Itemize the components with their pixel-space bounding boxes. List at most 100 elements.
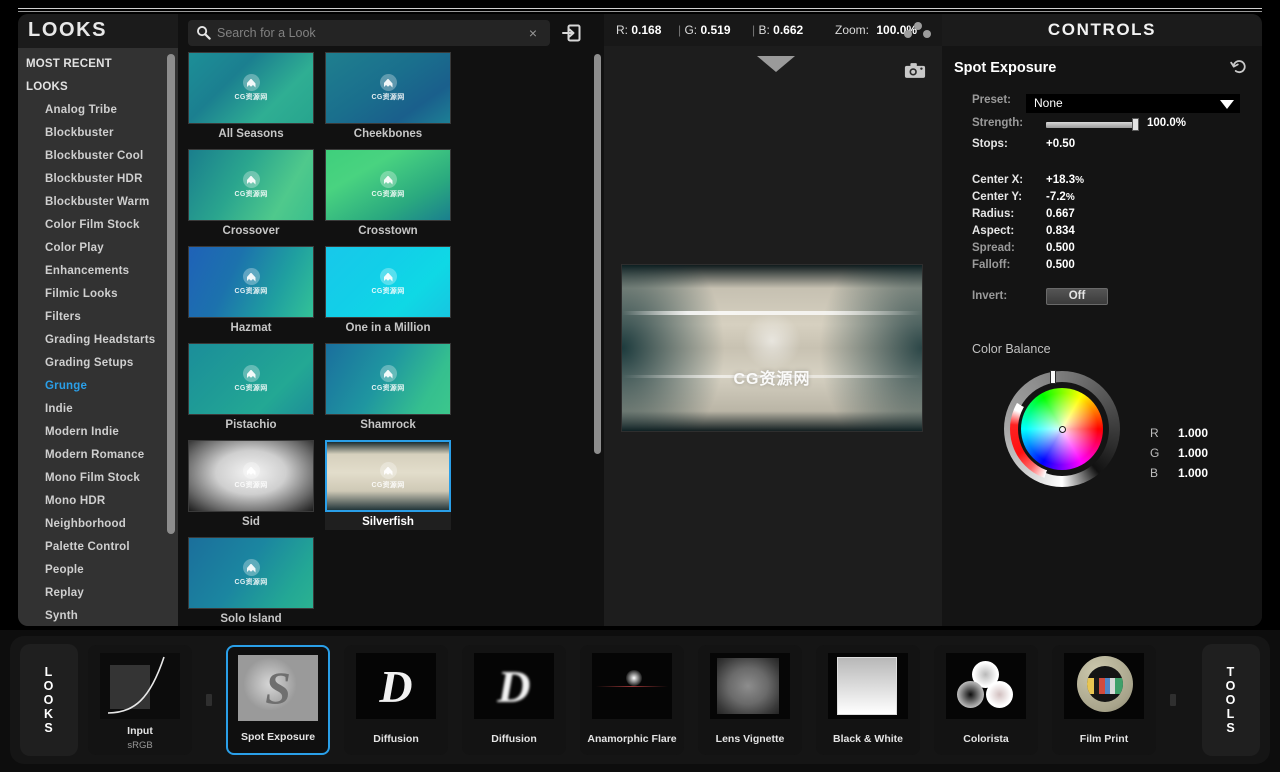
look-thumbnail[interactable]: CG资源网	[188, 246, 314, 318]
look-card[interactable]: CG资源网 All Seasons	[188, 52, 325, 142]
sidebar-item-neighborhood[interactable]: Neighborhood	[18, 513, 178, 536]
strength-slider[interactable]	[1046, 122, 1138, 128]
sidebar-item-most-recent[interactable]: MOST RECENT	[18, 53, 178, 76]
sidebar-item-modern-indie[interactable]: Modern Indie	[18, 421, 178, 444]
look-card[interactable]: CG资源网 Sid	[188, 440, 325, 530]
look-thumbnail[interactable]: CG资源网	[325, 52, 451, 124]
sidebar-item-filters[interactable]: Filters	[18, 306, 178, 329]
invert-toggle[interactable]: Off	[1046, 288, 1108, 305]
sidebar-item-enhancements[interactable]: Enhancements	[18, 260, 178, 283]
effect-tile-colorista[interactable]: Colorista	[934, 645, 1038, 755]
param-row-radius[interactable]: Radius: 0.667	[942, 208, 1262, 226]
param-value[interactable]: +18.3%	[1046, 174, 1084, 186]
param-value[interactable]: 0.500	[1046, 242, 1075, 254]
sidebar-item-looks[interactable]: LOOKS	[18, 76, 178, 99]
wheel-position-dot[interactable]	[1058, 425, 1066, 433]
effect-tile-film-print[interactable]: Film Print	[1052, 645, 1156, 755]
effect-tile-black-white[interactable]: Black & White	[816, 645, 920, 755]
param-value[interactable]: 0.667	[1046, 208, 1075, 220]
look-card[interactable]: CG资源网 Solo Island	[188, 537, 325, 627]
look-watermark: CG资源网	[189, 462, 313, 490]
sidebar-item-replay[interactable]: Replay	[18, 582, 178, 605]
look-card[interactable]: CG资源网 Hazmat	[188, 246, 325, 336]
sidebar-item-grunge[interactable]: Grunge	[18, 375, 178, 398]
param-value[interactable]: -7.2%	[1046, 191, 1075, 203]
viewer-canvas[interactable]: CG资源网	[604, 46, 942, 626]
browser-scrollbar[interactable]	[594, 54, 601, 620]
look-thumbnail[interactable]: CG资源网	[188, 52, 314, 124]
sidebar-item-mono-hdr[interactable]: Mono HDR	[18, 490, 178, 513]
sidebar-item-filmic-looks[interactable]: Filmic Looks	[18, 283, 178, 306]
color-balance-wheel[interactable]	[1004, 370, 1120, 487]
strength-slider-handle[interactable]	[1132, 118, 1139, 131]
look-thumbnail[interactable]: CG资源网	[188, 440, 314, 512]
look-thumbnail[interactable]: CG资源网	[325, 440, 451, 512]
tile-divider-grip[interactable]	[206, 694, 212, 706]
effect-tile-diffusion[interactable]: D Diffusion	[462, 645, 566, 755]
look-thumbnail[interactable]: CG资源网	[325, 149, 451, 221]
sidebar-item-palette-control[interactable]: Palette Control	[18, 536, 178, 559]
import-look-icon[interactable]	[560, 21, 584, 45]
sidebar-scrollbar[interactable]	[167, 54, 175, 620]
tab-tools[interactable]: TOOLS	[1202, 644, 1260, 756]
param-row-spread[interactable]: Spread: 0.500	[942, 242, 1262, 260]
preset-dropdown[interactable]: None	[1026, 94, 1240, 113]
look-thumbnail[interactable]: CG资源网	[188, 149, 314, 221]
sidebar-item-mono-film-stock[interactable]: Mono Film Stock	[18, 467, 178, 490]
param-row-falloff[interactable]: Falloff: 0.500	[942, 259, 1262, 277]
reset-icon[interactable]	[1230, 58, 1248, 76]
sidebar-scrollbar-thumb[interactable]	[167, 54, 175, 534]
param-value[interactable]: 0.500	[1046, 259, 1075, 271]
effect-tile-lens-vignette[interactable]: Lens Vignette	[698, 645, 802, 755]
sidebar-item-grading-setups[interactable]: Grading Setups	[18, 352, 178, 375]
tile-divider-grip[interactable]	[1170, 694, 1176, 706]
search-box[interactable]: ×	[188, 20, 550, 46]
camera-snapshot-icon[interactable]	[904, 62, 926, 79]
look-thumbnail[interactable]: CG资源网	[188, 343, 314, 415]
search-input[interactable]	[217, 20, 517, 46]
sidebar-item-blockbuster-hdr[interactable]: Blockbuster HDR	[18, 168, 178, 191]
effect-tiles[interactable]: Input sRGB S Spot Exposure D Diffusion D Diffus…	[88, 644, 1192, 756]
look-card[interactable]: CG资源网 Silverfish	[325, 440, 462, 530]
sidebar-item-analog-tribe[interactable]: Analog Tribe	[18, 99, 178, 122]
param-value[interactable]: 0.834	[1046, 225, 1075, 237]
tab-looks[interactable]: LOOKS	[20, 644, 78, 756]
sidebar-item-blockbuster-cool[interactable]: Blockbuster Cool	[18, 145, 178, 168]
look-card[interactable]: CG资源网 One in a Million	[325, 246, 462, 336]
preview-image[interactable]: CG资源网	[621, 264, 923, 432]
sidebar-item-color-play[interactable]: Color Play	[18, 237, 178, 260]
param-row-stops[interactable]: Stops: +0.50	[942, 138, 1262, 156]
search-clear-button[interactable]: ×	[526, 24, 540, 42]
chevron-down-icon[interactable]	[757, 56, 795, 72]
effect-tile-diffusion[interactable]: D Diffusion	[344, 645, 448, 755]
browser-scrollbar-thumb[interactable]	[594, 54, 601, 454]
param-row-centerx[interactable]: Center X: +18.3%	[942, 174, 1262, 192]
look-card[interactable]: CG资源网 Pistachio	[188, 343, 325, 433]
sidebar-item-blockbuster-warm[interactable]: Blockbuster Warm	[18, 191, 178, 214]
effect-tile-input[interactable]: Input sRGB	[88, 645, 192, 755]
sidebar-item-color-film-stock[interactable]: Color Film Stock	[18, 214, 178, 237]
look-card[interactable]: CG资源网 Cheekbones	[325, 52, 462, 142]
effect-tile-anamorphic-flare[interactable]: Anamorphic Flare	[580, 645, 684, 755]
param-row-centery[interactable]: Center Y: -7.2%	[942, 191, 1262, 209]
wheel-ring-handle[interactable]	[1050, 370, 1056, 384]
look-thumbnail[interactable]: CG资源网	[188, 537, 314, 609]
sidebar-item-people[interactable]: People	[18, 559, 178, 582]
sidebar-item-grading-headstarts[interactable]: Grading Headstarts	[18, 329, 178, 352]
look-card[interactable]: CG资源网 Shamrock	[325, 343, 462, 433]
sidebar-item-synth[interactable]: Synth	[18, 605, 178, 626]
look-thumbnail[interactable]: CG资源网	[325, 246, 451, 318]
look-card[interactable]: CG资源网 Crossover	[188, 149, 325, 239]
three-dots-icon[interactable]	[904, 22, 932, 40]
param-row-aspect[interactable]: Aspect: 0.834	[942, 225, 1262, 243]
looks-thumbnail-grid[interactable]: CG资源网 All Seasons CG资源网 Cheekbones CG资源网 Cros…	[188, 52, 544, 634]
look-card[interactable]: CG资源网 Crosstown	[325, 149, 462, 239]
sidebar-item-modern-romance[interactable]: Modern Romance	[18, 444, 178, 467]
sidebar-item-blockbuster[interactable]: Blockbuster	[18, 122, 178, 145]
sidebar-category-list[interactable]: MOST RECENT LOOKS Analog Tribe Blockbuster B…	[18, 48, 178, 626]
look-thumbnail[interactable]: CG资源网	[325, 343, 451, 415]
wheel-color-disc[interactable]	[1021, 388, 1103, 470]
param-value[interactable]: +0.50	[1046, 138, 1075, 150]
sidebar-item-indie[interactable]: Indie	[18, 398, 178, 421]
effect-tile-spot-exposure[interactable]: S Spot Exposure	[226, 645, 330, 755]
